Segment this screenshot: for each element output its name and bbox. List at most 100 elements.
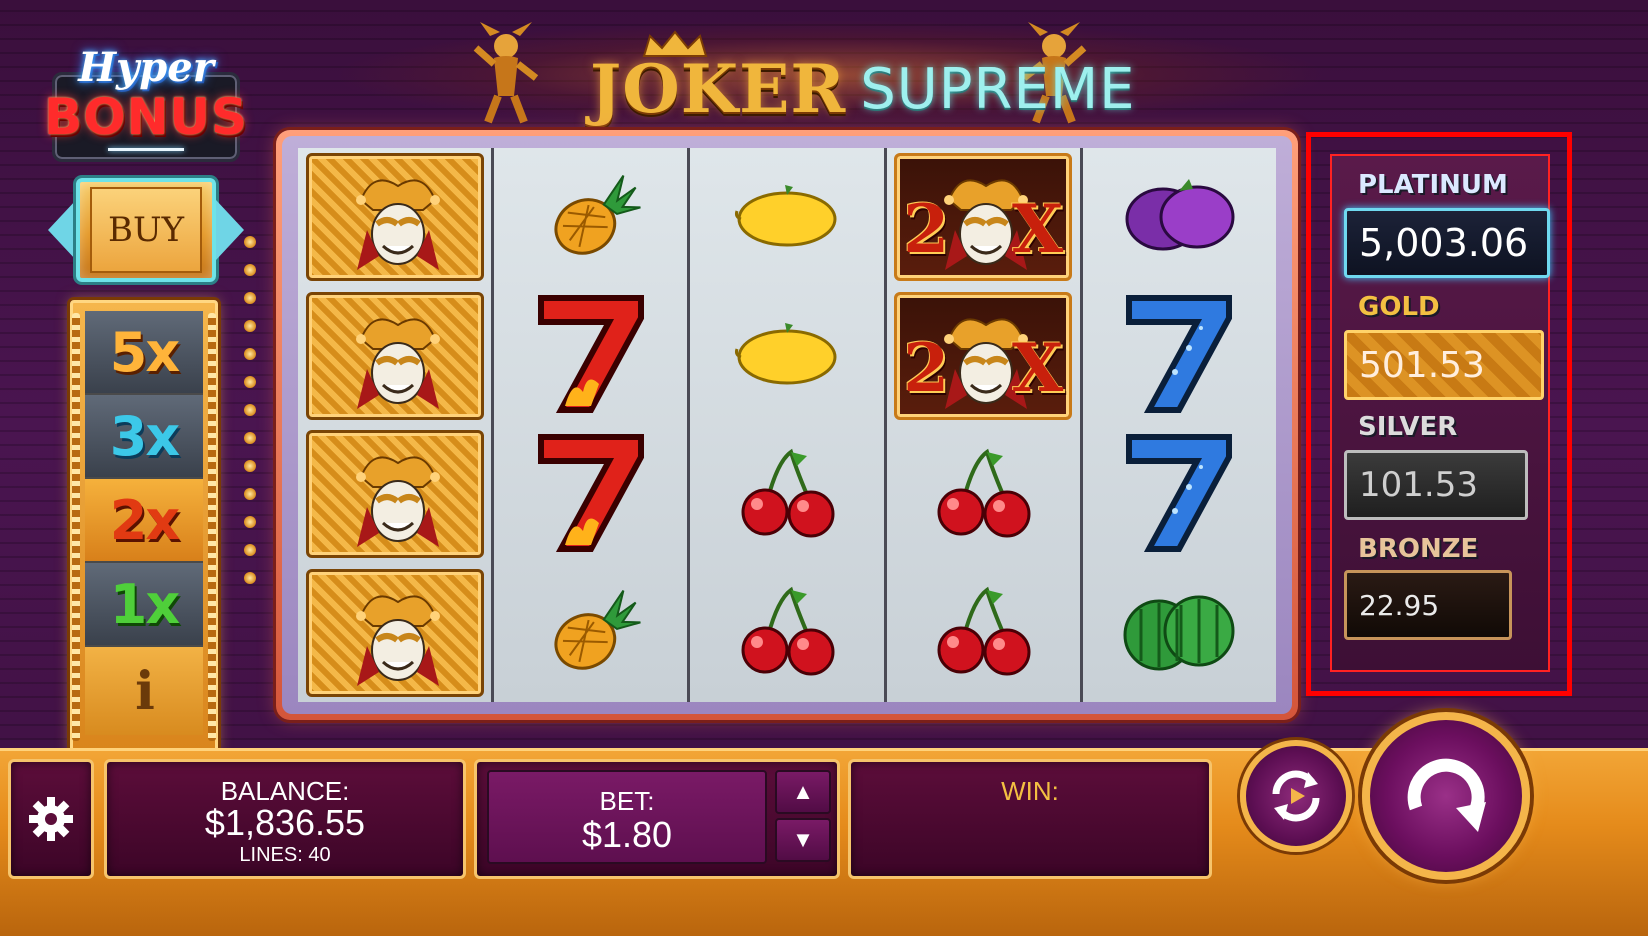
reel-frame-inner: 2X2X — [282, 136, 1292, 714]
joker-wild-2x-icon: 2X — [894, 291, 1073, 420]
settings-button[interactable] — [8, 759, 94, 879]
multiplier-5x: 5x — [85, 311, 203, 395]
reel-cell — [1083, 287, 1276, 426]
reel-cell — [298, 148, 491, 287]
jackpot-panel: PLATINUM 5,003.06 GOLD 501.53 SILVER 101… — [1330, 154, 1550, 672]
reel-cell — [887, 564, 1080, 703]
reel-cell — [494, 287, 687, 426]
light-dot — [244, 376, 256, 388]
buy-button[interactable]: BUY — [76, 178, 216, 282]
win-panel: WIN: — [848, 759, 1212, 879]
jackpot-silver-label: SILVER — [1358, 412, 1458, 442]
light-dot — [244, 236, 256, 248]
light-dot — [244, 544, 256, 556]
reel-frame: 2X2X — [276, 130, 1298, 720]
light-dot — [244, 404, 256, 416]
jester-figure-left-icon — [473, 22, 539, 124]
jackpot-silver-value: 101.53 — [1344, 450, 1528, 520]
bet-label: BET: — [599, 786, 655, 816]
light-dot — [244, 516, 256, 528]
reel-cell — [1083, 564, 1276, 703]
light-dot — [244, 432, 256, 444]
light-dot — [244, 572, 256, 584]
jackpot-gold-label: GOLD — [1358, 292, 1440, 322]
seven-red-icon — [521, 288, 661, 423]
jackpot-platinum-label: PLATINUM — [1358, 170, 1508, 200]
gear-icon — [29, 797, 73, 841]
wild-multiplier-digit: 2 — [903, 328, 950, 407]
reel-2 — [494, 148, 691, 703]
joker-wild-icon — [305, 568, 484, 697]
reel-4: 2X2X — [886, 148, 1083, 703]
reel-cell — [494, 425, 687, 564]
light-dot — [244, 488, 256, 500]
reel-cell — [1083, 148, 1276, 287]
autoplay-icon — [1272, 770, 1320, 822]
reel-cell — [690, 425, 883, 564]
multiplier-1x: 1x — [85, 563, 203, 647]
bet-display: BET: $1.80 — [487, 770, 767, 864]
bet-increase-button[interactable]: ▲ — [775, 770, 831, 814]
reel-cell — [690, 148, 883, 287]
reel-cell — [1083, 425, 1276, 564]
multiplier-2x-active: 2x — [85, 479, 203, 563]
reel-cell — [298, 287, 491, 426]
buy-feature: BUY — [48, 176, 244, 284]
ladder-lights-right — [208, 313, 216, 741]
autoplay-button[interactable] — [1240, 740, 1352, 852]
jackpot-gold-value: 501.53 — [1344, 330, 1544, 400]
bonus-label: BONUS — [43, 88, 249, 146]
cherries-icon — [923, 442, 1043, 547]
lemon-icon — [727, 175, 847, 260]
light-dot — [244, 264, 256, 276]
spin-icon — [1407, 758, 1486, 832]
lines-value: LINES: 40 — [239, 844, 331, 866]
reel-cell — [494, 148, 687, 287]
reel-cell — [298, 564, 491, 703]
joker-wild-icon — [305, 153, 484, 282]
cherries-icon — [727, 580, 847, 685]
hyper-label: Hyper — [78, 44, 214, 91]
reel-cell — [690, 287, 883, 426]
bonus-underline — [108, 148, 184, 151]
seven-blue-icon — [1109, 288, 1249, 423]
joker-wild-icon — [305, 430, 484, 559]
reel-5 — [1082, 148, 1277, 703]
reels-area: 2X2X — [298, 148, 1277, 703]
bet-value: $1.80 — [581, 814, 673, 855]
wild-multiplier-digit: 2 — [903, 190, 950, 269]
reel-1 — [298, 148, 495, 703]
joker-wild-2x-icon: 2X — [894, 153, 1073, 282]
light-dot — [244, 292, 256, 304]
seven-blue-icon — [1109, 427, 1249, 562]
cherries-icon — [727, 442, 847, 547]
light-dot — [244, 320, 256, 332]
hyper-bonus-logo: Hyper BONUS — [32, 44, 260, 164]
jackpot-platinum-value: 5,003.06 — [1344, 208, 1550, 278]
reel-cell — [494, 564, 687, 703]
title-supreme: SUPREME — [860, 57, 1136, 122]
multiplier-ladder: 5x 3x 2x 1x i — [70, 300, 218, 754]
reel-cell: 2X — [887, 148, 1080, 287]
wild-multiplier-x: X — [1011, 190, 1064, 269]
reel-3 — [690, 148, 887, 702]
title-joker: JOKER — [590, 50, 847, 128]
reel-side-lights — [244, 236, 258, 636]
light-dot — [244, 460, 256, 472]
jackpot-bronze-value: 22.95 — [1344, 570, 1512, 640]
ladder-lights-left — [72, 313, 80, 741]
reel-cell — [298, 425, 491, 564]
bet-panel: BET: $1.80 ▲ ▼ — [474, 759, 840, 879]
win-label: WIN: — [1001, 776, 1059, 806]
cherries-icon — [923, 580, 1043, 685]
lemon-icon — [727, 313, 847, 398]
arrow-left-icon — [48, 200, 76, 260]
balance-panel: BALANCE: $1,836.55 LINES: 40 — [104, 759, 466, 879]
balance-value: $1,836.55 — [204, 802, 366, 843]
bet-decrease-button[interactable]: ▼ — [775, 818, 831, 862]
jackpot-bronze-label: BRONZE — [1358, 534, 1479, 564]
seven-red-icon — [521, 427, 661, 562]
pineapple-icon — [531, 165, 651, 270]
spin-button[interactable] — [1362, 712, 1530, 880]
info-button[interactable]: i — [85, 647, 203, 735]
